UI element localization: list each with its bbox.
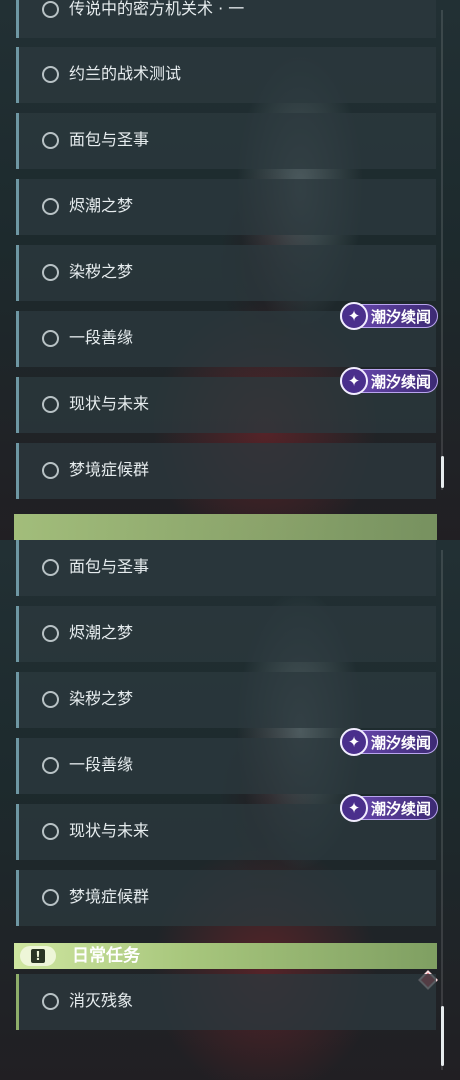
- scrollbar-track[interactable]: [441, 10, 443, 490]
- quest-label: 面包与圣事: [69, 557, 150, 576]
- quest-item[interactable]: 烬潮之梦: [16, 179, 436, 235]
- tidal-news-badge: ✦ 潮汐续闻: [340, 728, 438, 756]
- radio-circle-icon: [42, 823, 59, 840]
- radio-circle-icon: [42, 396, 59, 413]
- quest-label: 面包与圣事: [69, 130, 150, 149]
- radio-circle-icon: [42, 462, 59, 479]
- quest-item[interactable]: 染秽之梦: [16, 672, 436, 728]
- exclamation-icon: !: [20, 946, 56, 966]
- tidal-news-badge: ✦ 潮汐续闻: [340, 367, 438, 395]
- quest-item[interactable]: 面包与圣事: [16, 540, 436, 596]
- radio-circle-icon: [42, 889, 59, 906]
- radio-circle-icon: [42, 993, 59, 1010]
- radio-circle-icon: [42, 66, 59, 83]
- quest-item[interactable]: 染秽之梦: [16, 245, 436, 301]
- badge-label: 潮汐续闻: [371, 308, 432, 326]
- quest-label: 现状与未来: [69, 821, 150, 840]
- badge-label: 潮汐续闻: [371, 734, 432, 752]
- quest-item[interactable]: 传说中的密方机关术 · 一: [16, 0, 436, 38]
- radio-circle-icon: [42, 264, 59, 281]
- quest-label: 现状与未来: [69, 394, 150, 413]
- scrollbar-thumb[interactable]: [441, 456, 444, 488]
- quest-label: 染秽之梦: [69, 262, 134, 281]
- radio-circle-icon: [42, 198, 59, 215]
- tidal-news-icon: ✦: [340, 302, 368, 330]
- tidal-news-badge: ✦ 潮汐续闻: [340, 794, 438, 822]
- quest-item[interactable]: 梦境症候群: [16, 870, 436, 926]
- tidal-news-icon: ✦: [340, 794, 368, 822]
- badge-label: 潮汐续闻: [371, 373, 432, 391]
- radio-circle-icon: [42, 330, 59, 347]
- daily-section-header-partial: [14, 514, 437, 540]
- quest-label: 梦境症候群: [69, 887, 150, 906]
- radio-circle-icon: [42, 757, 59, 774]
- tidal-news-icon: ✦: [340, 367, 368, 395]
- quest-label: 一段善缘: [69, 328, 134, 347]
- badge-label: 潮汐续闻: [371, 800, 432, 818]
- quest-list-panel-top: 传说中的密方机关术 · 一 约兰的战术测试 面包与圣事 烬潮之梦 染秽之梦 一段…: [0, 0, 460, 540]
- quest-label: 烬潮之梦: [69, 623, 134, 642]
- quest-label: 约兰的战术测试: [69, 64, 182, 83]
- radio-circle-icon: [42, 625, 59, 642]
- radio-circle-icon: [42, 132, 59, 149]
- radio-circle-icon: [42, 691, 59, 708]
- tidal-news-badge: ✦ 潮汐续闻: [340, 302, 438, 330]
- quest-item[interactable]: 约兰的战术测试: [16, 47, 436, 103]
- quest-item[interactable]: 梦境症候群: [16, 443, 436, 499]
- quest-label: 消灭残象: [69, 991, 134, 1010]
- section-title: 日常任务: [72, 946, 140, 966]
- quest-item[interactable]: 面包与圣事: [16, 113, 436, 169]
- quest-label: 染秽之梦: [69, 689, 134, 708]
- quest-item[interactable]: 烬潮之梦: [16, 606, 436, 662]
- daily-section-header[interactable]: ! 日常任务: [14, 943, 437, 969]
- daily-quest-item[interactable]: 消灭残象: [16, 974, 436, 1030]
- quest-label: 梦境症候群: [69, 460, 150, 479]
- quest-label: 传说中的密方机关术 · 一: [69, 0, 245, 18]
- quest-list-panel-bottom: 面包与圣事 烬潮之梦 染秽之梦 一段善缘 现状与未来 梦境症候群 ✦ 潮汐续闻 …: [0, 540, 460, 1080]
- quest-label: 烬潮之梦: [69, 196, 134, 215]
- scrollbar-thumb[interactable]: [441, 1006, 444, 1066]
- radio-circle-icon: [42, 1, 59, 18]
- quest-label: 一段善缘: [69, 755, 134, 774]
- scrollbar-track[interactable]: [441, 550, 443, 1070]
- radio-circle-icon: [42, 559, 59, 576]
- tidal-news-icon: ✦: [340, 728, 368, 756]
